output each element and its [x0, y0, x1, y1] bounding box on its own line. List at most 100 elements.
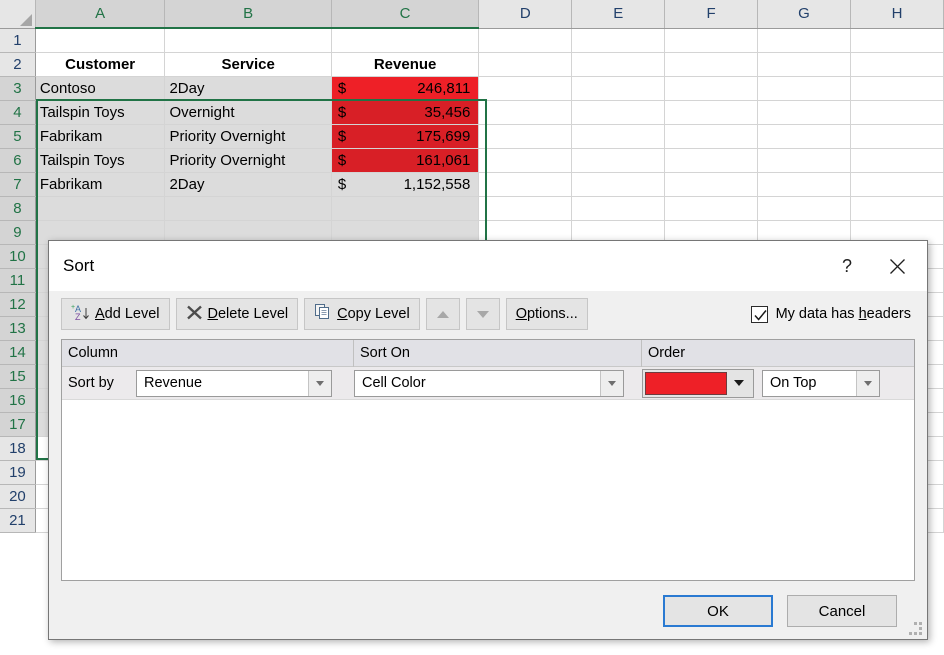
- row-header-15[interactable]: 15: [0, 364, 36, 389]
- row-header-19[interactable]: 19: [0, 460, 36, 485]
- move-level-down-button[interactable]: [465, 298, 500, 330]
- move-level-up-button[interactable]: [425, 298, 460, 330]
- sort-by-column-select[interactable]: Revenue: [136, 369, 332, 397]
- row-header-17[interactable]: 17: [0, 412, 36, 437]
- copy-level-button[interactable]: Copy Level: [304, 298, 420, 330]
- cell-d6[interactable]: [478, 148, 573, 173]
- column-header-c[interactable]: C: [331, 0, 480, 29]
- cell-d7[interactable]: [478, 172, 573, 197]
- sort-on-select[interactable]: Cell Color: [354, 369, 624, 397]
- cell-h3[interactable]: [850, 76, 944, 101]
- cell-h2[interactable]: [850, 52, 944, 77]
- cell-f8[interactable]: [664, 196, 759, 221]
- cell-a6[interactable]: Tailspin Toys: [35, 148, 166, 173]
- cell-g5[interactable]: [757, 124, 851, 149]
- cell-a1[interactable]: [35, 28, 166, 53]
- order-color-select[interactable]: [642, 368, 754, 398]
- cell-b8[interactable]: [164, 196, 332, 221]
- column-header-a[interactable]: A: [35, 0, 166, 29]
- cell-b6[interactable]: Priority Overnight: [164, 148, 332, 173]
- cell-d8[interactable]: [478, 196, 573, 221]
- row-header-8[interactable]: 8: [0, 196, 36, 221]
- cell-d3[interactable]: [478, 76, 573, 101]
- cell-a4[interactable]: Tailspin Toys: [35, 100, 166, 125]
- delete-level-button[interactable]: Delete Level: [175, 298, 299, 330]
- ok-button[interactable]: OK: [663, 595, 773, 627]
- checkbox-box[interactable]: [750, 305, 768, 323]
- cell-e7[interactable]: [571, 172, 666, 197]
- cell-f4[interactable]: [664, 100, 759, 125]
- cell-c5[interactable]: $ 175,699: [331, 124, 480, 149]
- cell-a2-customer-header[interactable]: Customer: [35, 52, 166, 77]
- cell-f2[interactable]: [664, 52, 759, 77]
- cell-d4[interactable]: [478, 100, 573, 125]
- column-header-g[interactable]: G: [757, 0, 851, 29]
- row-header-5[interactable]: 5: [0, 124, 36, 149]
- chevron-down-icon[interactable]: [727, 371, 751, 396]
- cell-g8[interactable]: [757, 196, 851, 221]
- cell-e1[interactable]: [571, 28, 666, 53]
- cell-h4[interactable]: [850, 100, 944, 125]
- order-color-swatch[interactable]: [645, 371, 727, 395]
- row-header-12[interactable]: 12: [0, 292, 36, 317]
- row-header-21[interactable]: 21: [0, 508, 36, 533]
- column-header-e[interactable]: E: [571, 0, 666, 29]
- cell-b3[interactable]: 2Day: [164, 76, 332, 101]
- help-icon[interactable]: ?: [825, 241, 869, 291]
- cell-b7[interactable]: 2Day: [164, 172, 332, 197]
- cell-d1[interactable]: [478, 28, 573, 53]
- row-header-16[interactable]: 16: [0, 388, 36, 413]
- row-header-10[interactable]: 10: [0, 244, 36, 269]
- cell-e3[interactable]: [571, 76, 666, 101]
- cell-c8[interactable]: [331, 196, 480, 221]
- column-header-b[interactable]: B: [164, 0, 332, 29]
- my-data-has-headers-checkbox[interactable]: My data has headers: [750, 305, 915, 323]
- cell-a7[interactable]: Fabrikam: [35, 172, 166, 197]
- row-header-3[interactable]: 3: [0, 76, 36, 101]
- chevron-down-icon[interactable]: [600, 370, 623, 396]
- cell-c6[interactable]: $ 161,061: [331, 148, 480, 173]
- dialog-title-bar[interactable]: Sort ?: [49, 241, 927, 291]
- row-header-18[interactable]: 18: [0, 436, 36, 461]
- resize-grip-icon[interactable]: [909, 622, 923, 636]
- cell-g7[interactable]: [757, 172, 851, 197]
- cell-e5[interactable]: [571, 124, 666, 149]
- row-header-1[interactable]: 1: [0, 28, 36, 53]
- row-header-20[interactable]: 20: [0, 484, 36, 509]
- cell-f7[interactable]: [664, 172, 759, 197]
- row-header-4[interactable]: 4: [0, 100, 36, 125]
- order-position-select[interactable]: On Top: [762, 369, 880, 397]
- cell-h8[interactable]: [850, 196, 944, 221]
- row-header-9[interactable]: 9: [0, 220, 36, 245]
- cell-c4[interactable]: $ 35,456: [331, 100, 480, 125]
- cell-h7[interactable]: [850, 172, 944, 197]
- chevron-down-icon[interactable]: [308, 370, 331, 396]
- column-header-f[interactable]: F: [664, 0, 759, 29]
- select-all-corner[interactable]: [0, 0, 36, 29]
- cell-e8[interactable]: [571, 196, 666, 221]
- cell-f6[interactable]: [664, 148, 759, 173]
- row-header-13[interactable]: 13: [0, 316, 36, 341]
- add-level-button[interactable]: + A Z Add Level: [61, 298, 170, 330]
- cell-g4[interactable]: [757, 100, 851, 125]
- row-header-14[interactable]: 14: [0, 340, 36, 365]
- cell-g3[interactable]: [757, 76, 851, 101]
- cell-c7[interactable]: $ 1,152,558: [331, 172, 480, 197]
- cell-b1[interactable]: [164, 28, 332, 53]
- cell-g1[interactable]: [757, 28, 851, 53]
- cell-e4[interactable]: [571, 100, 666, 125]
- cell-f1[interactable]: [664, 28, 759, 53]
- cell-g2[interactable]: [757, 52, 851, 77]
- column-header-h[interactable]: H: [850, 0, 944, 29]
- cell-d2[interactable]: [478, 52, 573, 77]
- cell-b2-service-header[interactable]: Service: [164, 52, 332, 77]
- cell-h1[interactable]: [850, 28, 944, 53]
- cell-e2[interactable]: [571, 52, 666, 77]
- close-icon[interactable]: [875, 241, 919, 291]
- cell-b5[interactable]: Priority Overnight: [164, 124, 332, 149]
- cell-c2-revenue-header[interactable]: Revenue: [331, 52, 480, 77]
- cell-h5[interactable]: [850, 124, 944, 149]
- cancel-button[interactable]: Cancel: [787, 595, 897, 627]
- cell-a8[interactable]: [35, 196, 166, 221]
- cell-a3[interactable]: Contoso: [35, 76, 166, 101]
